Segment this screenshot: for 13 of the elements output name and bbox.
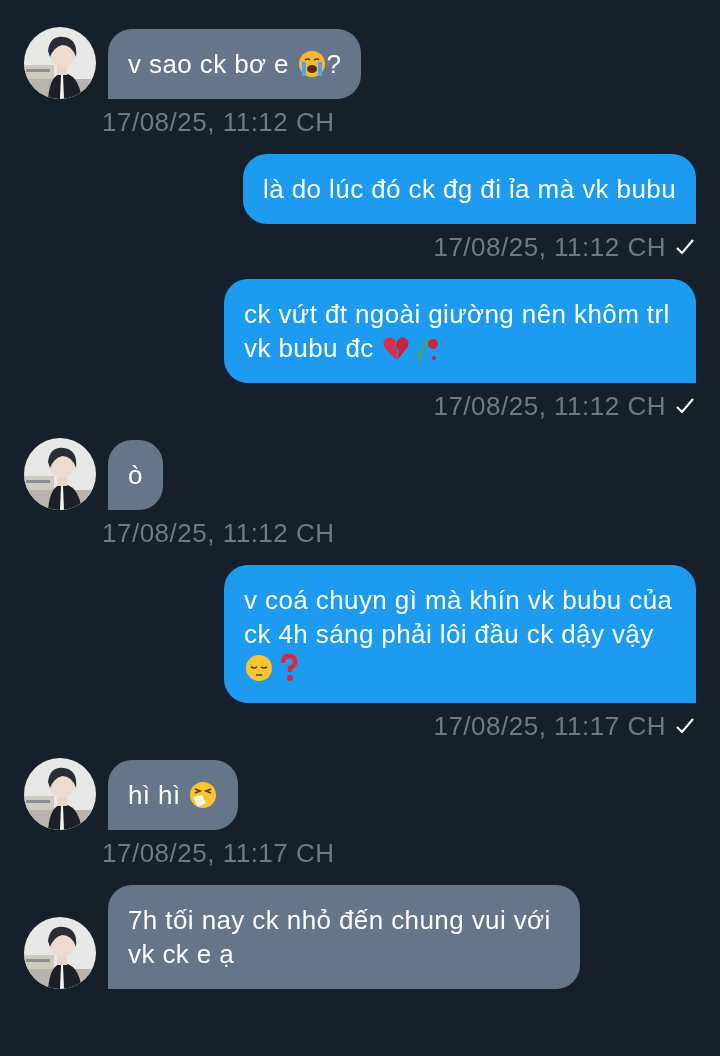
message-bubble: 7h tối nay ck nhỏ đến chung vui với vk ck e ạ bbox=[108, 885, 580, 989]
message-bubble: ò bbox=[108, 440, 163, 510]
message-bubble: là do lúc đó ck đg đi ỉa mà vk bubu bbox=[243, 154, 696, 224]
message-timestamp: 17/08/25, 11:12 CH bbox=[433, 391, 666, 421]
message-timestamp: 17/08/25, 11:12 CH bbox=[102, 518, 335, 548]
message-bubble: ck vứt đt ngoài giường nên khôm trl vk bubu đc bbox=[224, 279, 696, 383]
message-timestamp: 17/08/25, 11:17 CH bbox=[102, 838, 335, 868]
message-timestamp: 17/08/25, 11:12 CH bbox=[433, 232, 666, 262]
message-bubble: hì hì bbox=[108, 760, 239, 830]
message-timestamp: 17/08/25, 11:12 CH bbox=[102, 107, 335, 137]
message-bubble: v coá chuyn gì mà khín vk bubu của ck 4h sáng phải lôi đầu ck dậy vậy bbox=[224, 565, 696, 703]
message-bubble: v sao ck bơ e ? bbox=[108, 29, 362, 99]
message-timestamp: 17/08/25, 11:17 CH bbox=[433, 711, 666, 741]
